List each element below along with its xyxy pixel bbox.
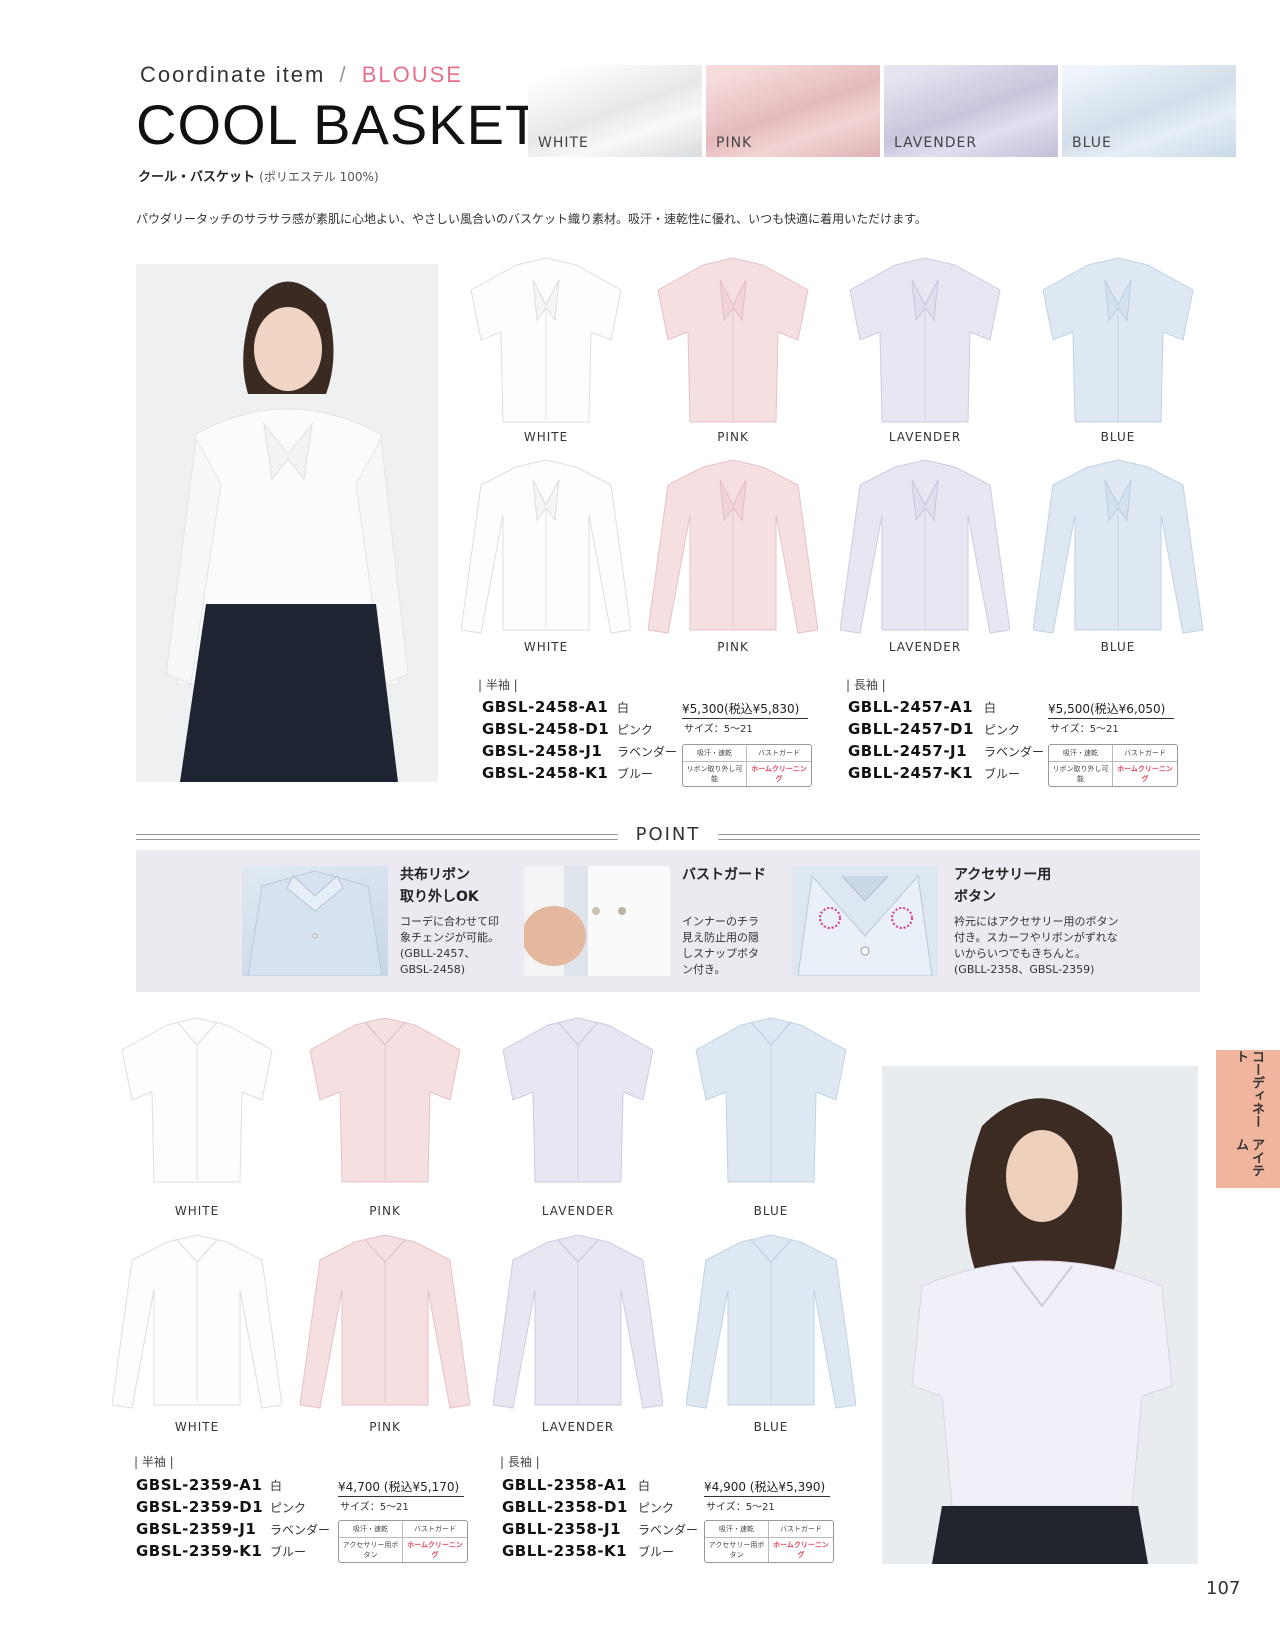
product-codes-long: GBLL-2457-A1 GBLL-2457-D1 GBLL-2457-J1 G… [848,698,974,782]
feature2-tags-long: 吸汗・速乾 バストガード アクセサリー用ボタン ホームクリーニング [704,1520,834,1563]
point-2-body: インナーのチラ 見え防止用の隠 しスナップボタ ン付き。 [682,915,759,976]
product-codes-short: GBSL-2458-A1 GBSL-2458-D1 GBSL-2458-J1 G… [482,698,610,782]
product2-codes-short: GBSL-2359-A1 GBSL-2359-D1 GBSL-2359-J1 G… [136,1476,264,1560]
color-names-short: 白 ピンク ラベンダー ブルー [617,701,678,781]
size-short: サイズ：5～21 [684,724,753,735]
label2-short-blue: BLUE [753,1204,789,1218]
description: パウダリータッチのサラサラ感が素肌に心地よい、やさしい風合いのバスケット織り素材… [136,212,927,226]
color2-names-short: 白 ピンク ラベンダー ブルー [270,1479,331,1559]
label-long-pink: PINK [717,640,749,654]
header-slash: / [339,62,348,87]
label-short-pink: PINK [717,430,749,444]
point-3-heading: アクセサリー用 ボタン [954,867,1052,905]
price-long: ¥5,500(税込¥6,050) [1048,700,1174,719]
header-subtitle: Coordinate item / BLOUSE [140,62,463,87]
feature-tags-long: 吸汗・速乾 バストガード リボン取り外し可能 ホームクリーニング [1048,744,1178,787]
shirt2-long-lavender [492,1230,664,1410]
shirt2-short-blue [686,1010,856,1190]
swatch-pink: PINK [706,65,880,157]
label-long-lavender: LAVENDER [888,640,962,654]
shirt2-long-white [111,1230,283,1410]
material: (ポリエステル 100%) [259,170,379,184]
product2-codes-long: GBLL-2358-A1 GBLL-2358-D1 GBLL-2358-J1 G… [502,1476,628,1560]
point-3-body: 衿元にはアクセサリー用のボタン 付き。スカーフやリボンがずれな いからいつでもき… [954,915,1119,976]
shirt-long-white [460,455,632,635]
shirt2-long-pink [299,1230,471,1410]
page-title: COOL BASKET [136,93,541,156]
point-image-bust-guard [524,866,670,976]
page-number: 107 [1206,1578,1241,1599]
side-tab-coordinate-items[interactable]: コーディネート アイテム [1216,1050,1280,1188]
price2-short: ¥4,700 (税込¥5,170) [338,1478,464,1497]
point-2-heading: バストガード [682,867,766,883]
point-1-heading: 共布リボン 取り外しOK [400,867,479,905]
label2-short-white: WHITE [174,1204,220,1218]
size2-short: サイズ：5～21 [340,1502,409,1513]
section2-label-long: | 長袖 | [500,1455,540,1469]
shirt-long-blue [1032,455,1204,635]
label2-long-blue: BLUE [753,1420,789,1434]
section-label-short: | 半袖 | [478,678,518,692]
label-long-white: WHITE [523,640,569,654]
point-title: POINT [618,824,718,845]
color-names-long: 白 ピンク ラベンダー ブルー [984,701,1045,781]
swatch-white: WHITE [528,65,702,157]
section2-label-short: | 半袖 | [134,1455,174,1469]
point-image-ribbon [242,866,388,976]
shirt2-long-blue [685,1230,857,1410]
point-1-body: コーデに合わせて印 象チェンジが可能。 (GBLL-2457、 GBSL-245… [400,915,499,976]
model-photo-long-sleeve [136,264,438,782]
feature-tags-short: 吸汗・速乾 バストガード リボン取り外し可能 ホームクリーニング [682,744,812,787]
shirt-long-lavender [839,455,1011,635]
shirt-short-lavender [840,250,1010,430]
shirt-long-pink [647,455,819,635]
size2-long: サイズ：5～21 [706,1502,775,1513]
label2-long-lavender: LAVENDER [541,1420,615,1434]
label-short-blue: BLUE [1100,430,1136,444]
swatch-lavender: LAVENDER [884,65,1058,157]
point-image-accessory-button [792,866,938,976]
shirt2-short-white [112,1010,282,1190]
product-jp-name: クール・バスケット (ポリエステル 100%) [138,170,379,185]
label2-short-lavender: LAVENDER [541,1204,615,1218]
shirt2-short-pink [300,1010,470,1190]
header-category: BLOUSE [361,62,463,87]
shirt-short-white [461,250,631,430]
price2-long: ¥4,900 (税込¥5,390) [704,1478,830,1497]
label2-long-white: WHITE [174,1420,220,1434]
swatch-blue: BLUE [1062,65,1236,157]
model-photo-short-sleeve [882,1066,1198,1564]
price-short: ¥5,300(税込¥5,830) [682,700,808,719]
label-short-lavender: LAVENDER [888,430,962,444]
shirt-short-pink [648,250,818,430]
feature2-tags-short: 吸汗・速乾 バストガード アクセサリー用ボタン ホームクリーニング [338,1520,468,1563]
label-long-blue: BLUE [1100,640,1136,654]
shirt-short-blue [1033,250,1203,430]
label2-short-pink: PINK [369,1204,401,1218]
label-short-white: WHITE [523,430,569,444]
section-label-long: | 長袖 | [846,678,886,692]
shirt2-short-lavender [493,1010,663,1190]
size-long: サイズ：5～21 [1050,724,1119,735]
color2-names-long: 白 ピンク ラベンダー ブルー [638,1479,699,1559]
label2-long-pink: PINK [369,1420,401,1434]
